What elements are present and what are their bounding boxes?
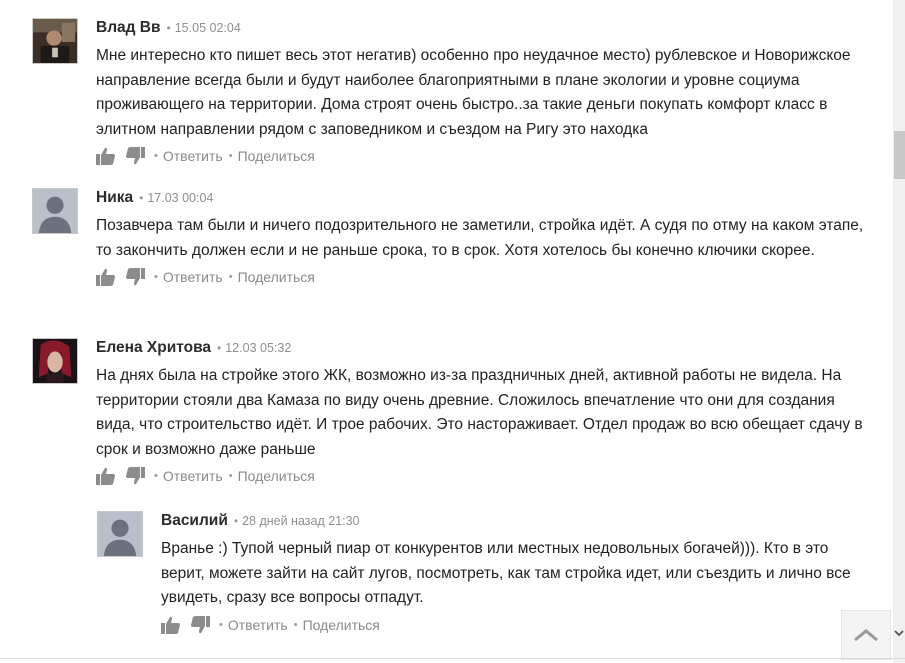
action-separator: •	[154, 150, 158, 162]
comment-author[interactable]: Влад Вв	[96, 19, 161, 36]
comment-actions: • Ответить • Поделиться	[96, 466, 872, 486]
avatar[interactable]	[32, 18, 78, 64]
avatar[interactable]	[97, 511, 143, 557]
reply-link[interactable]: Ответить	[163, 267, 223, 287]
comment-body: Влад Вв • 15.05 02:04 Мне интересно кто пи…	[96, 18, 872, 166]
action-separator: •	[228, 150, 233, 162]
meta-separator: •	[139, 191, 144, 205]
comment-time[interactable]: 17.03 00:04	[147, 191, 213, 205]
comment-text: Мне интересно кто пишет весь этот негати…	[96, 47, 851, 138]
comments-page: Влад Вв • 15.05 02:04 Мне интересно кто пи…	[0, 0, 905, 663]
reply-link[interactable]: Ответить	[163, 146, 223, 166]
comment-body: Елена Хритова • 12.03 05:32 На днях была н…	[96, 338, 872, 486]
comment-meta: Елена Хритова • 12.03 05:32	[96, 338, 872, 360]
comment-author[interactable]: Василий	[161, 512, 228, 529]
thumbs-down-icon[interactable]	[125, 268, 145, 286]
action-separator: •	[219, 618, 223, 631]
user-photo-icon	[33, 339, 77, 383]
user-photo-icon	[33, 19, 77, 63]
comment-body: Василий • 28 дней назад 21:30 Вранье :) Ту…	[161, 511, 872, 635]
comment-time[interactable]: 28 дней назад 21:30	[242, 514, 359, 528]
comment-actions: • Ответить • Поделиться	[96, 267, 872, 287]
thumbs-up-icon[interactable]	[161, 616, 181, 634]
share-link[interactable]: Поделиться	[303, 615, 380, 635]
default-avatar-icon	[33, 189, 77, 233]
comment-text: Вранье :) Тупой черный пиар от конкурент…	[161, 540, 851, 606]
comment-time[interactable]: 12.03 05:32	[225, 341, 291, 355]
thumbs-down-icon[interactable]	[125, 147, 145, 165]
thumbs-down-icon[interactable]	[125, 467, 145, 485]
comment-actions: • Ответить • Поделиться	[161, 615, 872, 635]
avatar[interactable]	[32, 338, 78, 384]
default-avatar-icon	[98, 512, 142, 556]
comment-meta: Ника • 17.03 00:04	[96, 188, 872, 210]
scroll-down-arrow-icon[interactable]	[894, 628, 904, 638]
comment-time[interactable]: 15.05 02:04	[175, 21, 241, 35]
vertical-scrollbar[interactable]	[893, 0, 905, 663]
avatar[interactable]	[32, 188, 78, 234]
comment-text: На днях была на стройке этого ЖК, возмож…	[96, 367, 863, 458]
thumbs-up-icon[interactable]	[96, 268, 116, 286]
comment-author[interactable]: Елена Хритова	[96, 339, 211, 356]
comment-actions: • Ответить • Поделиться	[96, 146, 872, 166]
action-separator: •	[154, 271, 158, 283]
comment-meta: Василий • 28 дней назад 21:30	[161, 511, 872, 533]
share-link[interactable]: Поделиться	[238, 466, 315, 486]
action-separator: •	[293, 618, 298, 631]
share-link[interactable]: Поделиться	[238, 267, 315, 287]
chevron-up-icon	[854, 629, 878, 642]
action-separator: •	[228, 271, 233, 283]
thumbs-down-icon[interactable]	[190, 615, 210, 634]
reply-link[interactable]: Ответить	[228, 615, 288, 635]
scrollbar-thumb[interactable]	[894, 131, 905, 179]
action-separator: •	[228, 470, 233, 482]
meta-separator: •	[233, 514, 239, 528]
action-separator: •	[154, 470, 158, 482]
meta-separator: •	[217, 341, 222, 355]
share-link[interactable]: Поделиться	[238, 146, 315, 166]
meta-separator: •	[166, 21, 171, 35]
comment-body: Ника • 17.03 00:04 Позавчера там были и ни…	[96, 188, 872, 287]
thumbs-up-icon[interactable]	[96, 147, 116, 165]
comment-text: Позавчера там были и ничего подозрительн…	[96, 217, 864, 259]
reply-link[interactable]: Ответить	[163, 466, 223, 486]
scroll-to-top-button[interactable]	[841, 610, 891, 660]
divider	[0, 658, 905, 659]
thumbs-up-icon[interactable]	[96, 467, 116, 485]
comment-author[interactable]: Ника	[96, 189, 133, 206]
comment-meta: Влад Вв • 15.05 02:04	[96, 18, 872, 40]
